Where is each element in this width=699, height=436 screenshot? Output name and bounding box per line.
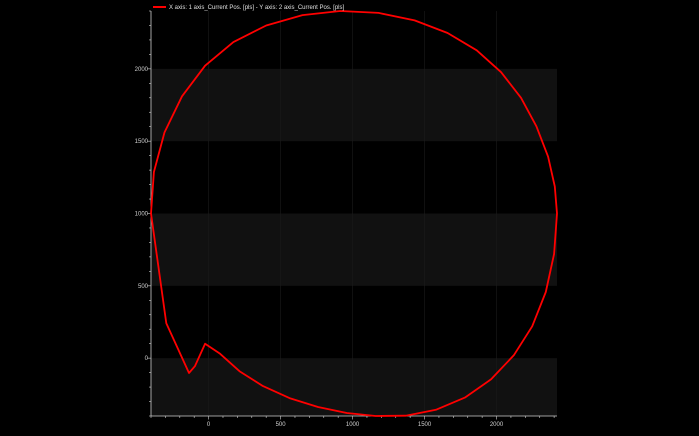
y-tick-label: 1000: [135, 212, 149, 218]
y-tick-label: 0: [145, 356, 149, 362]
x-tick-label: 1000: [346, 422, 360, 428]
legend-label: X axis: 1 axis_Current Pos. [pls] - Y ax…: [169, 5, 345, 11]
x-tick-label: 2000: [490, 422, 504, 428]
plot-band: [151, 213, 557, 286]
plot-band: [151, 68, 557, 142]
y-tick-label: 500: [138, 284, 149, 290]
xy-position-chart: 0 500 1000 1500 2000 0 500 1000 1500 2000 X axis:…: [135, 5, 558, 428]
plot-bands: [151, 68, 557, 416]
x-tick-label: 500: [276, 422, 287, 428]
x-tick-label: 1500: [418, 422, 432, 428]
x-tick-label: 0: [207, 422, 211, 428]
y-tick-label: 2000: [135, 67, 149, 73]
plot-band: [151, 358, 557, 416]
y-tick-label: 1500: [135, 139, 149, 145]
legend: X axis: 1 axis_Current Pos. [pls] - Y ax…: [153, 5, 345, 11]
chart-canvas: 0 500 1000 1500 2000 0 500 1000 1500 2000 X axis:…: [0, 0, 699, 436]
